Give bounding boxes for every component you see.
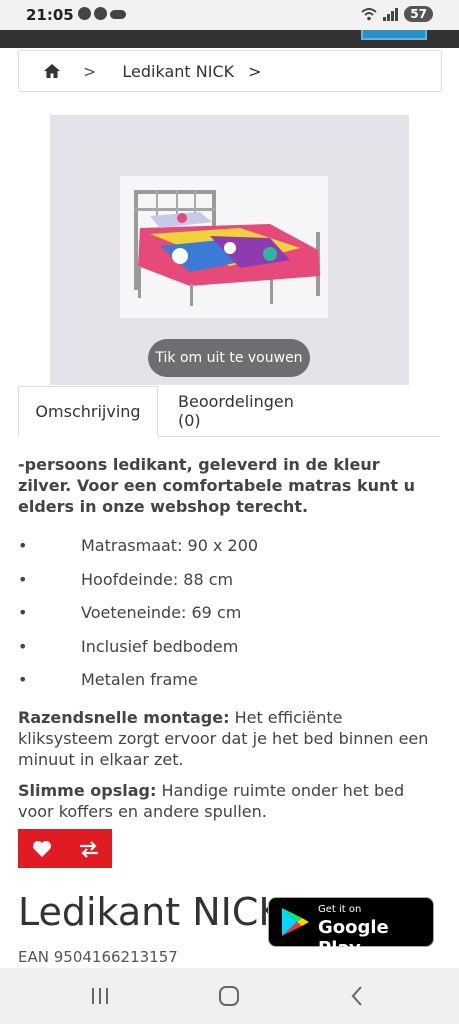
chat-icon xyxy=(78,7,91,20)
breadcrumb-separator: > xyxy=(83,61,97,81)
google-play-icon xyxy=(282,908,309,936)
spec-text: Voeteneinde: 69 cm xyxy=(81,603,242,623)
feature-montage: Razendsnelle montage: Het efficiënte kli… xyxy=(18,707,430,770)
bullet: • xyxy=(18,536,28,556)
list-item: • Matrasmaat: 90 x 200 xyxy=(18,529,430,563)
breadcrumb-separator: > xyxy=(248,61,262,81)
recent-apps-icon[interactable] xyxy=(88,984,112,1008)
product-description: -persoons ledikant, geleverd in de kleur… xyxy=(18,454,430,822)
product-ean: EAN 9504166213157 xyxy=(18,948,178,966)
tab-beoordelingen[interactable]: Beoordelingen (0) xyxy=(178,386,318,435)
product-image-area[interactable]: Tik om uit te vouwen xyxy=(50,115,409,385)
home-icon[interactable] xyxy=(43,63,61,79)
status-time: 21:05 xyxy=(26,6,74,24)
battery-indicator: 57 xyxy=(404,6,433,22)
expand-image-button[interactable]: Tik om uit te vouwen xyxy=(148,339,310,377)
spec-text: Metalen frame xyxy=(81,670,198,690)
signal-icon xyxy=(383,7,399,21)
list-item: • Voeteneinde: 69 cm xyxy=(18,596,430,630)
spec-list: • Matrasmaat: 90 x 200 • Hoofdeinde: 88 cm… xyxy=(18,529,430,697)
feature-title: Razendsnelle montage: xyxy=(18,707,230,727)
wishlist-button[interactable] xyxy=(18,829,65,868)
google-play-small-text: Get it on xyxy=(318,904,362,915)
system-nav-bar xyxy=(0,968,459,1024)
compare-arrows-icon xyxy=(79,840,98,858)
spec-text: Matrasmaat: 90 x 200 xyxy=(81,536,259,556)
breadcrumb: > Ledikant NICK > xyxy=(18,50,442,92)
site-header xyxy=(0,30,459,48)
header-button[interactable] xyxy=(361,30,427,40)
spec-text: Inclusief bedbodem xyxy=(81,636,239,656)
tab-omschrijving[interactable]: Omschrijving xyxy=(18,386,158,437)
bullet: • xyxy=(18,603,28,623)
product-title: Ledikant NICK xyxy=(18,890,284,934)
compare-button[interactable] xyxy=(65,829,112,868)
back-icon[interactable] xyxy=(346,984,370,1008)
google-play-badge[interactable]: Get it on Google Play xyxy=(268,897,434,959)
description-intro: -persoons ledikant, geleverd in de kleur… xyxy=(18,455,416,516)
status-bar: 21:05 57 xyxy=(0,0,459,30)
wifi-icon xyxy=(361,7,377,20)
list-item: • Inclusief bedbodem xyxy=(18,630,430,664)
bullet: • xyxy=(18,569,28,589)
bullet: • xyxy=(18,670,28,690)
cloud-icon xyxy=(110,10,126,19)
list-item: • Hoofdeinde: 88 cm xyxy=(18,563,430,597)
notification-icons xyxy=(78,7,126,20)
product-tabs: Omschrijving Beoordelingen (0) xyxy=(18,386,440,437)
google-play-text: Google Play xyxy=(318,917,389,959)
list-item: • Metalen frame xyxy=(18,663,430,697)
product-photo xyxy=(120,176,328,318)
breadcrumb-item-ledikant[interactable]: Ledikant NICK xyxy=(122,62,234,81)
feature-opslag: Slimme opslag: Handige ruimte onder het … xyxy=(18,780,430,822)
home-nav-icon[interactable] xyxy=(217,984,241,1008)
bullet: • xyxy=(18,636,28,656)
feature-title: Slimme opslag: xyxy=(18,780,157,800)
heart-icon xyxy=(32,840,51,857)
face-icon xyxy=(94,7,107,20)
product-actions xyxy=(18,829,112,868)
spec-text: Hoofdeinde: 88 cm xyxy=(81,569,234,589)
